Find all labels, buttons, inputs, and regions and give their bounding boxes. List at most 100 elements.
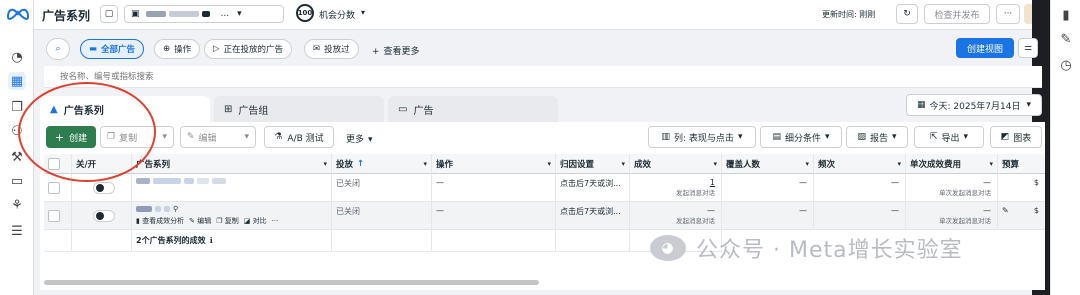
chevron-down-icon[interactable]: ▾ [361,8,365,17]
header-results[interactable]: 成效 ▾ [630,154,722,174]
watermark: ◕ 公众号 · Meta增长实验室 [650,232,963,264]
pin-icon[interactable]: ⚲ [173,205,178,213]
frequency-cell: — [814,202,906,230]
header-cost-per-result[interactable]: 单次成效费用 ▾ [906,154,998,174]
chevron-down-icon: ▾ [162,132,167,142]
row-action-view-analysis[interactable]: ▮ 查看成效分析 [136,216,184,226]
filter-delivered[interactable]: ✉ 投放过 [304,39,359,59]
filter-active-ads[interactable]: ▷ 正在投放的广告 [204,39,293,59]
budget-cell: $ [998,174,1045,202]
row-checkbox[interactable] [48,181,60,194]
horizontal-scrollbar[interactable] [44,280,539,285]
campaign-name-cell[interactable] [132,174,332,202]
header-attribution[interactable]: 归因设置 ▾ [556,154,630,174]
campaigns-table-icon[interactable]: ▦ [8,72,26,90]
reports-dropdown[interactable]: ▨ 报告 ▾ [846,126,908,148]
chevron-down-icon: ▾ [237,9,242,19]
calendar-icon[interactable]: ▢ [100,5,118,23]
reach-cell: — [722,174,814,202]
filter-all-ads[interactable]: ▬ 全部广告 [80,39,145,59]
chevron-down-icon: ▾ [737,132,743,142]
account-icon: ▣ [131,9,140,19]
account-selector[interactable]: ▣ ... ▾ [124,5,284,23]
opportunity-score-label[interactable]: 机会分数 [319,8,355,21]
toolbar: + 创建 ❐ 复制 ▾ ✎ 编辑 ▾ ⚗ A/B 测试 更多 ▾ ▥ 列: 表现与点击 ▾ ▤… [40,126,1045,150]
campaign-toggle[interactable] [92,209,115,222]
frequency-cell: — [814,174,906,202]
row-checkbox[interactable] [48,209,60,222]
header-campaign[interactable]: 广告系列 ▾ [132,154,332,174]
breakdown-icon: ▤ [772,132,781,142]
chevron-down-icon: ▾ [323,159,327,168]
campaign-toggle[interactable] [92,181,115,194]
filter-bar: ⌕ ▬ 全部广告 ⊕ 操作 ▷ 正在投放的广告 ✉ 投放过 + 查看更多 创建视图 ⚌ [42,36,1042,62]
refresh-icon[interactable]: ↻ [896,4,918,24]
summary-label: 2个广告系列的成效 ℹ [132,230,332,252]
pencil-icon[interactable]: ✎ [1057,30,1075,48]
breakdown-dropdown[interactable]: ▤ 细分条件 ▾ [760,126,842,148]
menu-icon[interactable]: ☰ [8,222,26,240]
view-more-link[interactable]: + 查看更多 [372,44,420,57]
summary-spacer [44,230,72,252]
delivery-status: 已关闭 [332,202,432,230]
charts-button[interactable]: ◩ 图表 [990,126,1042,148]
chevron-down-icon: ▾ [825,132,830,142]
create-view-button[interactable]: 创建视图 [956,38,1014,58]
date-picker[interactable]: ▦ 今天: 2025年7月14日 ▾ [906,94,1042,116]
summary-spacer [72,230,132,252]
tab-ads[interactable]: ▭ 广告 [388,96,558,122]
more-options-button[interactable]: ··· [996,4,1020,24]
export-dropdown[interactable]: ⇱ 导出 ▾ [914,126,984,148]
info-icon[interactable]: ℹ [210,236,213,245]
columns-icon: ▥ [661,132,671,142]
edit-button[interactable]: ✎ 编辑 ▾ [180,126,256,148]
chevron-down-icon: ▾ [963,132,969,142]
tab-adsets[interactable]: ⊞ 广告组 [214,96,384,122]
top-bar: 广告系列 ▢ ▣ ... ▾ 100 机会分数 ▾ 更新时间: 刚刚 ↻ 检查并… [34,0,1034,30]
ab-test-button[interactable]: ⚗ A/B 测试 [264,126,334,148]
billing-card-icon[interactable]: ▭ [8,172,26,190]
sort-up-icon: ↑ [357,158,365,169]
search-icon[interactable]: ⌕ [46,38,70,60]
columns-dropdown[interactable]: ▥ 列: 表现与点击 ▾ [648,126,756,148]
results-cell[interactable]: — 发起消息对话 [630,202,722,230]
chevron-down-icon: ▾ [892,132,897,142]
row-action-edit[interactable]: ✎ 编辑 [189,216,211,226]
export-icon: ⇱ [929,132,938,142]
more-dropdown[interactable]: 更多 ▾ [346,132,373,145]
campaign-name-cell[interactable]: ⚲ ▮ 查看成效分析 ✎ 编辑 ❐ 复制 ◪ 对比 ··· [132,202,332,230]
chart-bars-icon[interactable]: ▮ [1057,6,1075,24]
opportunity-score-badge[interactable]: 100 [296,4,314,22]
row-toggle-cell [72,202,132,230]
page-title: 广告系列 [42,9,91,23]
results-cell[interactable]: 1 发起消息对话 [630,174,722,202]
pencil-icon[interactable]: ✎ [1002,206,1009,215]
settings-sliders-icon[interactable]: ⚌ [1018,38,1038,58]
row-select [44,202,72,230]
row-action-more[interactable]: ··· [272,217,279,225]
header-actions[interactable]: 操作 ▾ [432,154,556,174]
filter-actions[interactable]: ⊕ 操作 [154,39,201,59]
header-delivery[interactable]: 投放 ↑ ▾ [332,154,432,174]
chevron-down-icon: ▾ [805,159,809,168]
attribution-cell: 点击后7天或浏... [556,174,630,202]
campaigns-panel: + 创建 ❐ 复制 ▾ ✎ 编辑 ▾ ⚗ A/B 测试 更多 ▾ ▥ 列: 表现与点击 ▾ ▤… [40,122,1045,290]
search-input[interactable] [60,70,560,84]
dashboard-gauge-icon[interactable]: ◔ [8,48,26,66]
header-frequency[interactable]: 频次 ▾ [814,154,906,174]
chevron-down-icon: ▾ [1026,100,1032,110]
attribution-cell: 点击后7天或浏... [556,202,630,230]
header-reach[interactable]: 覆盖人数 ▾ [722,154,814,174]
clock-icon[interactable]: ◷ [1057,56,1075,74]
summary-cell [556,230,630,252]
review-publish-button[interactable]: 检查并发布 [924,4,990,24]
pencil-icon: ✎ [189,217,195,225]
level-tabs: ▲ 广告系列 ⊞ 广告组 ▭ 广告 ▦ 今天: 2025年7月14日 ▾ [40,92,1045,122]
events-network-icon[interactable]: ⚘ [8,196,26,214]
chevron-down-icon: ▾ [368,135,373,145]
row-action-compare[interactable]: ◪ 对比 [244,216,267,226]
row-action-copy[interactable]: ❐ 复制 [216,216,239,226]
ad-window-icon: ▭ [398,103,408,115]
header-budget[interactable]: 预算 [998,154,1045,174]
report-icon: ▨ [857,132,866,142]
